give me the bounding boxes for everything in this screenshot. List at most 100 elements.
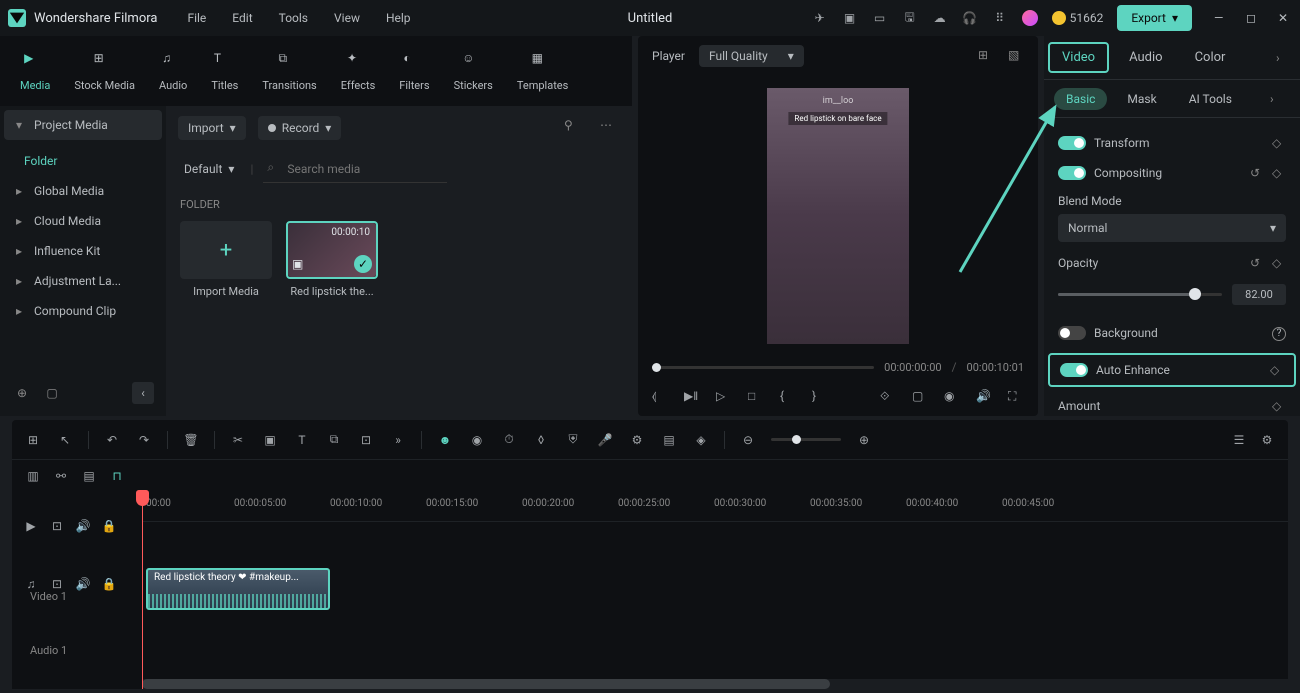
stop-icon[interactable]: □ [748, 389, 764, 405]
opacity-reset-icon[interactable] [1250, 256, 1264, 270]
tl-list-icon[interactable]: ☰ [1230, 431, 1248, 449]
speed-icon[interactable]: ⏱ [500, 431, 518, 449]
group-icon[interactable]: ⊡ [357, 431, 375, 449]
crop-clip-icon[interactable]: ▣ [261, 431, 279, 449]
redo-icon[interactable]: ↷ [135, 431, 153, 449]
compositing-toggle[interactable] [1058, 166, 1086, 180]
export-button[interactable]: Export▾ [1117, 5, 1192, 31]
user-avatar[interactable] [1022, 10, 1038, 26]
grid-view-icon[interactable]: ⊞ [978, 48, 994, 64]
tab-titles[interactable]: TTitles [211, 51, 238, 92]
timeline-clip[interactable]: Red lipstick theory ❤ #makeup... [146, 568, 330, 610]
tab-stickers[interactable]: ☺Stickers [454, 51, 493, 92]
video-track-icon[interactable]: ▶ [22, 517, 40, 535]
prop-tab-audio[interactable]: Audio [1113, 40, 1178, 75]
headphones-icon[interactable]: 🎧 [962, 10, 978, 26]
ai-icon[interactable]: ☻ [436, 431, 454, 449]
more-icon[interactable]: ⋯ [600, 118, 620, 138]
tab-audio[interactable]: ♫Audio [159, 51, 187, 92]
filter-icon[interactable]: ⚲ [564, 118, 584, 138]
track-lock-icon[interactable]: 🔒 [100, 517, 118, 535]
tab-stock-media[interactable]: ⊞Stock Media [74, 51, 135, 92]
tl-grid-icon[interactable]: ⊞ [24, 431, 42, 449]
subtab-ai-tools[interactable]: AI Tools [1177, 88, 1244, 110]
image-icon[interactable]: ▧ [1008, 48, 1024, 64]
zoom-in-icon[interactable]: ⊕ [855, 431, 873, 449]
scrub-bar[interactable] [652, 366, 874, 369]
device-icon[interactable]: ▣ [842, 10, 858, 26]
subtab-mask[interactable]: Mask [1115, 88, 1168, 110]
more-tools-icon[interactable]: » [389, 431, 407, 449]
tab-templates[interactable]: ▦Templates [517, 51, 568, 92]
menu-tools[interactable]: Tools [279, 11, 308, 25]
play-icon[interactable]: ▷ [716, 389, 732, 405]
apps-icon[interactable]: ⠿ [992, 10, 1008, 26]
tl-layout-2-icon[interactable]: ▤ [80, 467, 98, 485]
collapse-sidebar-button[interactable]: ‹ [132, 382, 154, 404]
tab-media[interactable]: ▶Media [20, 51, 50, 92]
menu-help[interactable]: Help [386, 11, 411, 25]
sidebar-cloud-media[interactable]: ▸Cloud Media [4, 206, 162, 236]
crop-icon[interactable]: ⟐ [880, 389, 896, 405]
subtab-basic[interactable]: Basic [1054, 88, 1107, 110]
shield-icon[interactable]: ⛨ [564, 431, 582, 449]
background-toggle[interactable] [1058, 326, 1086, 340]
marker-icon[interactable]: ◈ [692, 431, 710, 449]
sort-dropdown[interactable]: Default▾ [178, 158, 240, 180]
prop-tab-video[interactable]: Video [1048, 42, 1109, 73]
transform-toggle[interactable] [1058, 136, 1086, 150]
snapshot-icon[interactable]: ◉ [944, 389, 960, 405]
menu-view[interactable]: View [334, 11, 360, 25]
import-button[interactable]: Import▾ [178, 116, 246, 140]
import-media-tile[interactable]: + Import Media [180, 221, 272, 298]
screen-icon[interactable]: ▭ [872, 10, 888, 26]
record-button[interactable]: Record▾ [258, 116, 342, 140]
undo-icon[interactable]: ↶ [103, 431, 121, 449]
coin-balance[interactable]: 51662 [1052, 11, 1104, 25]
audio-mute-icon[interactable]: 🔊 [74, 575, 92, 593]
audio-lock-icon[interactable]: 🔒 [100, 575, 118, 593]
auto-enhance-keyframe-icon[interactable] [1270, 363, 1284, 377]
cloud-icon[interactable]: ☁ [932, 10, 948, 26]
zoom-slider[interactable] [771, 438, 841, 441]
layers-icon[interactable]: ▤ [660, 431, 678, 449]
adjust-icon[interactable]: ⚙ [628, 431, 646, 449]
mark-out-icon[interactable]: } [812, 389, 828, 405]
timeline-scrollbar[interactable] [142, 679, 1288, 689]
close-button[interactable]: ✕ [1278, 11, 1292, 25]
prop-more-icon[interactable]: › [1276, 51, 1296, 65]
fullscreen-icon[interactable]: ⛶ [1008, 389, 1024, 405]
media-search-input[interactable] [263, 156, 447, 183]
opacity-keyframe-icon[interactable] [1272, 256, 1286, 270]
send-icon[interactable]: ✈ [812, 10, 828, 26]
minimize-button[interactable]: — [1214, 11, 1228, 25]
menu-file[interactable]: File [187, 11, 206, 25]
background-help-icon[interactable] [1272, 325, 1286, 341]
compositing-reset-icon[interactable] [1250, 166, 1264, 180]
menu-edit[interactable]: Edit [232, 11, 252, 25]
maximize-button[interactable]: ◻ [1246, 11, 1260, 25]
sidebar-folder[interactable]: Folder [4, 146, 162, 176]
tl-settings-icon[interactable]: ⚙ [1258, 431, 1276, 449]
timeline-tracks[interactable]: 00:00 00:00:05:00 00:00:10:00 00:00:15:0… [142, 492, 1288, 689]
opacity-value[interactable]: 82.00 [1232, 284, 1286, 305]
zoom-out-icon[interactable]: ⊖ [739, 431, 757, 449]
new-folder-icon[interactable]: ⊕ [12, 383, 32, 403]
blend-mode-dropdown[interactable]: Normal▾ [1058, 214, 1286, 242]
split-icon[interactable]: ✂ [229, 431, 247, 449]
sidebar-project-media[interactable]: ▾Project Media [4, 110, 162, 140]
mask-icon[interactable]: ◊ [532, 431, 550, 449]
tl-magnet-icon[interactable]: ⊓ [108, 467, 126, 485]
media-clip-tile[interactable]: 00:00:10 ▣ ✓ Red lipstick the... [286, 221, 378, 298]
sidebar-adjustment-layer[interactable]: ▸Adjustment La... [4, 266, 162, 296]
sidebar-global-media[interactable]: ▸Global Media [4, 176, 162, 206]
preview-area[interactable]: im__loo Red lipstick on bare face [638, 76, 1038, 356]
auto-enhance-toggle[interactable] [1060, 363, 1088, 377]
track-mute-icon[interactable]: 🔊 [74, 517, 92, 535]
tl-pointer-icon[interactable]: ↖ [56, 431, 74, 449]
track-link-icon[interactable]: ⊡ [48, 517, 66, 535]
new-bin-icon[interactable]: ▢ [42, 383, 62, 403]
compositing-keyframe-icon[interactable] [1272, 166, 1286, 180]
tab-filters[interactable]: ◐Filters [399, 51, 429, 92]
quality-dropdown[interactable]: Full Quality▾ [699, 45, 804, 67]
